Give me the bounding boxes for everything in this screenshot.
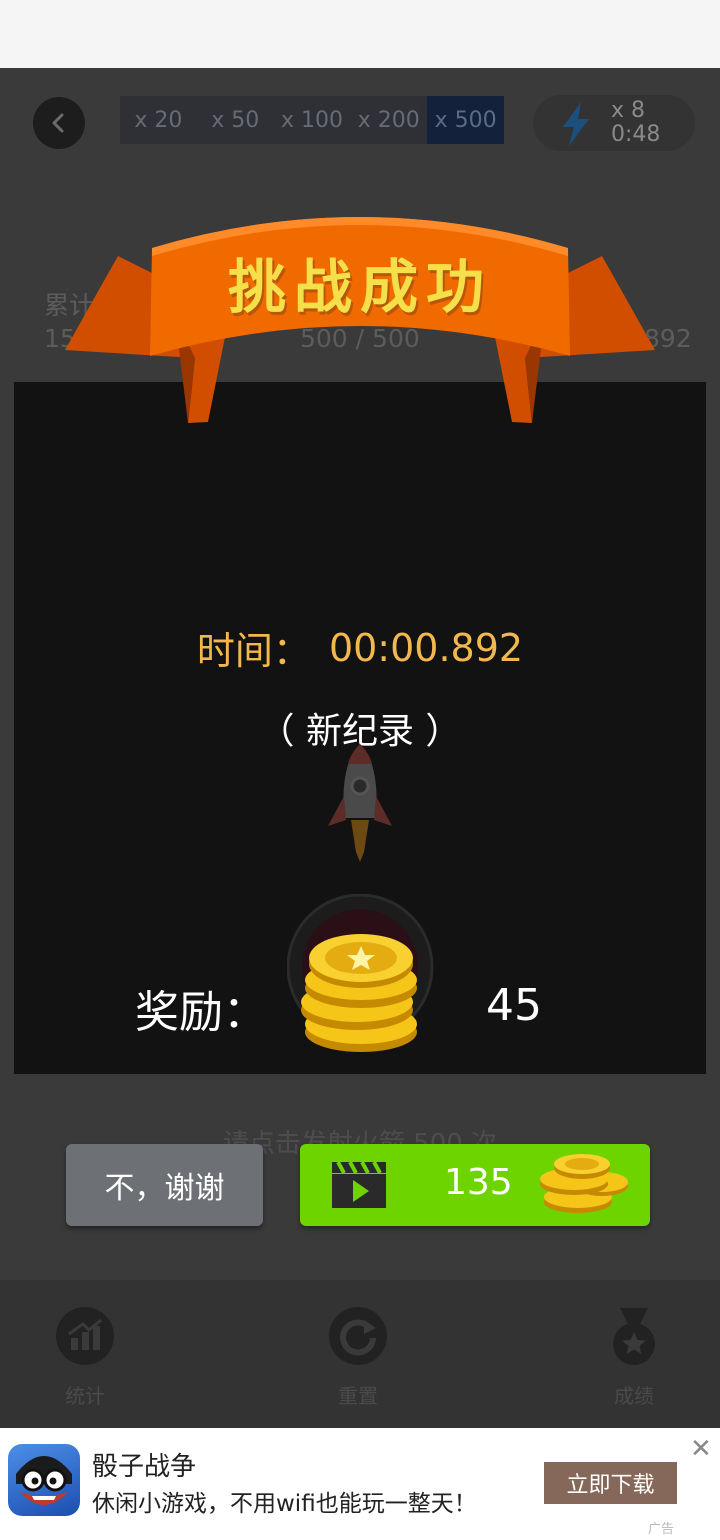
reward-amount: 45 — [486, 980, 542, 1031]
bar-chart-icon — [56, 1307, 114, 1365]
nav-reset[interactable]: 重置 — [298, 1306, 418, 1409]
video-reward-amount: 135 — [444, 1162, 513, 1203]
chevron-left-icon — [52, 113, 64, 133]
tab-multiplier-100[interactable]: x 100 — [274, 96, 351, 144]
ad-description: 休闲小游戏，不用wifi也能玩一整天！ — [92, 1491, 477, 1517]
energy-counter[interactable]: x 8 0:48 — [533, 95, 695, 151]
time-value: 00:00.892 — [328, 625, 524, 670]
ad-download-button[interactable]: 立即下载 — [544, 1462, 677, 1504]
reward-label: 奖励： — [135, 987, 267, 1038]
rocket-icon — [328, 744, 392, 862]
game-screen: x 20 x 50 x 100 x 200 x 500 x 8 0:48 累计次… — [0, 68, 720, 1428]
cartoon-face-icon — [16, 1456, 72, 1505]
nav-achievements[interactable]: 成绩 — [574, 1306, 694, 1409]
time-row: 时间： 00:00.892 — [0, 620, 720, 675]
lightning-bolt-icon — [563, 102, 589, 146]
decline-button[interactable]: 不，谢谢 — [66, 1144, 263, 1226]
ad-banner[interactable]: 骰子战争 休闲小游戏，不用wifi也能玩一整天！ 立即下载 ✕ 广告 — [0, 1428, 720, 1540]
back-button[interactable] — [33, 97, 85, 149]
medal-icon — [613, 1308, 655, 1365]
nav-stats-label: 统计 — [65, 1384, 105, 1408]
watch-video-reward-button[interactable]: 135 — [300, 1144, 650, 1226]
nav-stats[interactable]: 统计 — [25, 1306, 145, 1409]
gold-coins-icon — [540, 1154, 628, 1213]
tab-multiplier-50[interactable]: x 50 — [197, 96, 274, 144]
nav-achievements-label: 成绩 — [614, 1384, 654, 1408]
nav-reset-label: 重置 — [338, 1384, 378, 1408]
tab-multiplier-200[interactable]: x 200 — [350, 96, 427, 144]
tab-multiplier-500[interactable]: x 500 — [427, 96, 504, 144]
ad-close-button[interactable]: ✕ — [690, 1436, 712, 1462]
banner-title: 挑战成功 — [227, 253, 492, 321]
ad-app-icon[interactable] — [8, 1444, 80, 1516]
gold-coins-icon — [287, 894, 434, 1052]
refresh-icon — [329, 1307, 387, 1365]
ad-tag: 广告 — [648, 1522, 675, 1537]
energy-timer: 0:48 — [611, 122, 661, 147]
energy-count: x 8 — [611, 98, 646, 123]
video-clapperboard-icon — [332, 1162, 386, 1208]
tab-multiplier-20[interactable]: x 20 — [120, 96, 197, 144]
status-bar — [0, 0, 720, 68]
multiplier-tabs: x 20 x 50 x 100 x 200 x 500 — [120, 96, 504, 144]
time-label: 时间： — [196, 629, 311, 673]
bottom-nav: 统计 重置 成绩 — [0, 1280, 720, 1428]
ad-title: 骰子战争 — [92, 1452, 197, 1482]
